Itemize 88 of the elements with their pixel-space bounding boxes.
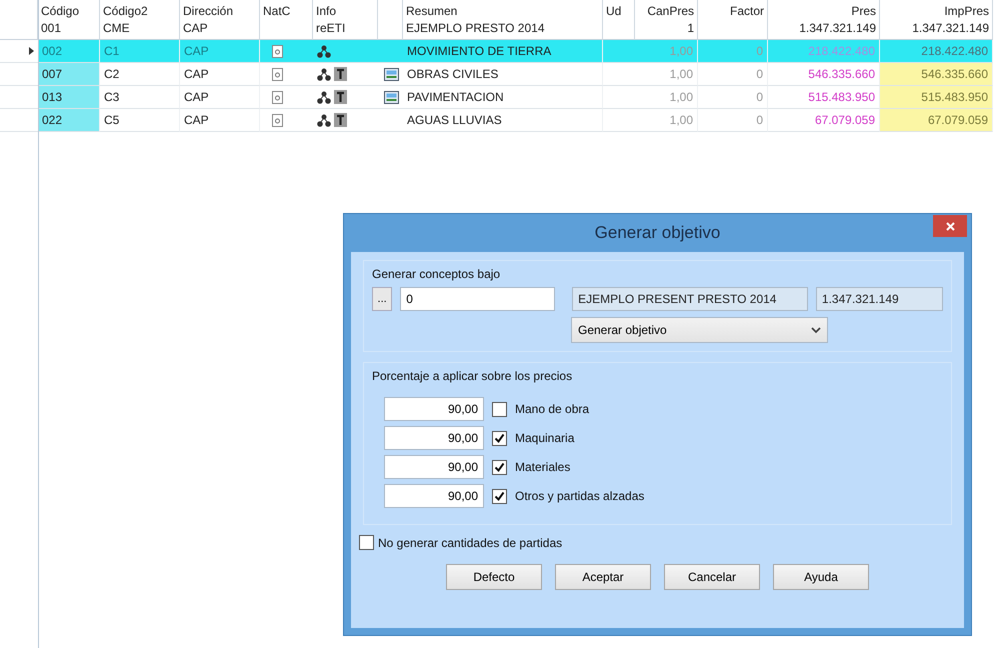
code2-cell: C2 [100,63,180,86]
factor-cell: 0 [698,63,768,86]
column-header[interactable]: ImpPres 1.347.321.149 [880,0,993,40]
column-header[interactable]: Código2 CME [100,0,180,40]
direction-cell: CAP [180,63,260,86]
amount-cell: 515.483.950 [880,86,993,109]
mode-dropdown[interactable]: Generar objetivo [571,317,828,343]
checkbox-label: No generar cantidades de partidas [378,536,562,550]
factor-cell: 0 [698,109,768,132]
total-field: 1.347.321.149 [816,287,943,311]
checkbox-label: Materiales [515,460,570,474]
amount-cell: 67.079.059 [880,109,993,132]
checkbox-label: Otros y partidas alzadas [515,489,644,503]
percent-input[interactable]: 90,00 [384,455,484,479]
factor-cell: 0 [698,86,768,109]
summary-cell: MOVIMIENTO DE TIERRA [403,40,603,63]
current-row-icon [29,47,34,55]
quantity-cell: 1,00 [635,86,698,109]
group-label: Generar conceptos bajo [372,267,502,281]
summary-cell: PAVIMENTACION [403,86,603,109]
budget-cell: 546.335.660 [768,63,880,86]
checkbox[interactable] [492,460,507,474]
amount-cell: 546.335.660 [880,63,993,86]
budget-cell: 67.079.059 [768,109,880,132]
image-icon [384,68,399,80]
direction-cell: CAP [180,40,260,63]
direction-cell: CAP [180,86,260,109]
document-icon [272,68,283,80]
text-icon [334,90,347,104]
column-header[interactable]: Factor [698,0,768,40]
dialog-button[interactable]: Aceptar [555,564,651,590]
code2-cell: C1 [100,40,180,63]
image-icon [384,90,399,104]
text-icon [334,67,347,81]
column-header[interactable]: Dirección CAP [180,0,260,40]
hierarchy-icon [317,44,331,58]
code2-cell: C3 [100,86,180,109]
checkbox[interactable] [492,402,507,416]
code-input[interactable]: 0 [400,287,556,311]
code-cell: 007 [38,63,100,86]
corner-header [0,0,38,40]
checkbox[interactable] [492,488,507,504]
quantity-cell: 1,00 [635,109,698,132]
dialog-title: Generar objetivo [594,223,720,243]
percent-input[interactable]: 90,00 [384,397,484,421]
checkbox[interactable] [492,430,507,446]
dialog-button[interactable]: Ayuda [773,564,869,590]
column-header[interactable]: Pres 1.347.321.149 [768,0,880,40]
summary-cell: AGUAS LLUVIAS [403,109,603,132]
column-header[interactable]: Ud [603,0,635,40]
document-icon [272,90,283,104]
direction-cell: CAP [180,109,260,132]
document-icon [272,44,283,58]
text-icon [334,113,347,127]
column-header[interactable]: NatC [260,0,313,40]
percent-input[interactable]: 90,00 [384,426,484,450]
column-header[interactable]: CanPres 1 [635,0,698,40]
amount-cell: 218.422.480 [880,40,993,63]
browse-button[interactable]: ... [372,287,392,311]
checkbox-label: Mano de obra [515,402,590,416]
code-cell: 002 [38,40,100,63]
chevron-icon [811,326,821,334]
summary-cell: OBRAS CIVILES [403,63,603,86]
column-header[interactable]: Código 001 [38,0,100,40]
column-header[interactable]: Resumen EJEMPLO PRESTO 2014 [403,0,603,40]
group-label: Porcentaje a aplicar sobre los precios [372,369,574,383]
code2-cell: C5 [100,109,180,132]
dialog-button[interactable]: Cancelar [664,564,760,590]
code-cell: 013 [38,86,100,109]
quantity-cell: 1,00 [635,63,698,86]
factor-cell: 0 [698,40,768,63]
checkbox[interactable] [359,535,374,550]
concept-name-field: EJEMPLO PRESENT PRESTO 2014 [572,287,808,311]
code-cell: 022 [38,109,100,132]
unit-cell [603,40,635,63]
hierarchy-icon [317,68,331,80]
close-icon [946,222,954,230]
hierarchy-icon [317,114,331,126]
quantity-cell: 1,00 [635,40,698,63]
close-button[interactable] [933,215,967,237]
checkbox-label: Maquinaria [515,431,574,445]
dialog-button[interactable]: Defecto [446,564,542,590]
percent-input[interactable]: 90,00 [384,484,484,508]
budget-cell: 515.483.950 [768,86,880,109]
budget-cell: 218.422.480 [768,40,880,63]
document-icon [272,114,283,126]
column-header[interactable]: Info reETI [313,0,378,40]
hierarchy-icon [317,90,331,104]
